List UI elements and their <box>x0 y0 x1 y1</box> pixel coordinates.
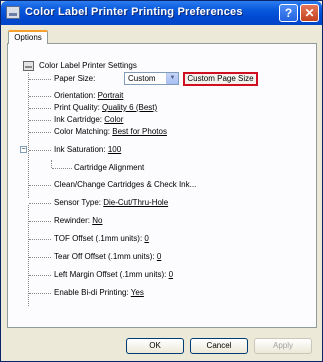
ink-cartridge-value[interactable]: Color <box>104 115 123 124</box>
tree-item-tof-offset[interactable]: TOF Offset (.1mm units): 0 <box>54 233 149 245</box>
print-quality-label: Print Quality: <box>54 103 100 112</box>
rewinder-label: Rewinder: <box>54 216 91 225</box>
tree-branch <box>29 132 51 133</box>
paper-size-label: Paper Size: <box>54 74 96 83</box>
tree-item-sensor-type[interactable]: Sensor Type: Die-Cut/Thru-Hole <box>54 197 168 209</box>
left-margin-offset-value[interactable]: 0 <box>169 270 173 279</box>
tree-item-orientation[interactable]: Orientation: Portrait <box>54 90 123 102</box>
tree-item-clean-change[interactable]: Clean/Change Cartridges & Check Ink... <box>54 179 196 191</box>
tree-branch <box>29 120 51 121</box>
ink-saturation-value[interactable]: 100 <box>108 145 121 154</box>
color-matching-value[interactable]: Best for Photos <box>112 127 167 136</box>
printer-icon <box>6 6 20 19</box>
tree-connector-main <box>28 73 29 198</box>
tree-branch <box>29 203 51 204</box>
cartridge-alignment-label: Cartridge Alignment <box>74 163 145 172</box>
options-panel: Color Label Printer Settings Paper Size:… <box>7 43 317 328</box>
print-quality-value[interactable]: Quality 6 (Best) <box>102 103 157 112</box>
tof-offset-value[interactable]: 0 <box>144 234 148 243</box>
tear-off-offset-value[interactable]: 0 <box>157 252 161 261</box>
sensor-type-label: Sensor Type: <box>54 198 101 207</box>
collapse-icon[interactable]: − <box>20 146 27 153</box>
clean-change-label: Clean/Change Cartridges & Check Ink... <box>54 180 197 189</box>
sensor-type-value[interactable]: Die-Cut/Thru-Hole <box>103 198 168 207</box>
tree-branch <box>29 108 51 109</box>
title-bar[interactable]: Color Label Printer Printing Preferences… <box>1 1 322 25</box>
tree-branch <box>29 257 51 258</box>
ink-cartridge-label: Ink Cartridge: <box>54 115 103 124</box>
tree-branch <box>29 185 51 186</box>
tab-options[interactable]: Options <box>8 30 48 44</box>
apply-button[interactable]: Apply <box>254 338 312 354</box>
printer-settings-icon <box>23 61 34 71</box>
tree-item-cartridge-alignment[interactable]: Cartridge Alignment <box>74 162 144 174</box>
tree-root-label: Color Label Printer Settings <box>39 61 137 70</box>
window-title: Color Label Printer Printing Preferences <box>25 6 243 18</box>
rewinder-value[interactable]: No <box>92 216 102 225</box>
left-margin-offset-label: Left Margin Offset (.1mm units): <box>54 270 167 279</box>
orientation-value[interactable]: Portrait <box>98 91 124 100</box>
paper-size-select[interactable]: Custom ▼ <box>124 72 179 85</box>
bidi-printing-value[interactable]: Yes <box>131 288 144 297</box>
tree-item-rewinder[interactable]: Rewinder: No <box>54 215 102 227</box>
custom-page-size-button[interactable]: Custom Page Size <box>183 72 258 86</box>
tree-branch <box>29 221 51 222</box>
close-button[interactable]: ✕ <box>300 4 319 22</box>
bidi-printing-label: Enable Bi-di Printing: <box>54 288 129 297</box>
tree-branch <box>52 168 72 169</box>
chevron-down-icon[interactable]: ▼ <box>166 73 178 84</box>
tree-connector-ink <box>51 160 52 168</box>
color-matching-label: Color Matching: <box>54 127 111 136</box>
ink-saturation-label: Ink Saturation: <box>54 145 106 154</box>
help-button[interactable]: ? <box>279 4 298 22</box>
tree-item-paper-size: Paper Size: Custom ▼ Custom Page Size <box>54 72 314 86</box>
cancel-button[interactable]: Cancel <box>190 338 248 354</box>
tree-item-bidi-printing[interactable]: Enable Bi-di Printing: Yes <box>54 287 144 299</box>
settings-tree: Color Label Printer Settings Paper Size:… <box>8 44 316 327</box>
printing-preferences-window: Color Label Printer Printing Preferences… <box>0 0 323 362</box>
tree-branch <box>29 239 51 240</box>
tree-branch <box>29 150 51 151</box>
tree-branch <box>29 79 51 80</box>
tear-off-offset-label: Tear Off Offset (.1mm units): <box>54 252 155 261</box>
tree-item-ink-saturation[interactable]: Ink Saturation: 100 <box>54 144 121 156</box>
orientation-label: Orientation: <box>54 91 96 100</box>
tree-item-color-matching[interactable]: Color Matching: Best for Photos <box>54 126 167 138</box>
tree-branch <box>29 96 51 97</box>
tree-item-left-margin-offset[interactable]: Left Margin Offset (.1mm units): 0 <box>54 269 173 281</box>
tree-branch <box>29 293 51 294</box>
tree-branch <box>29 275 51 276</box>
tree-item-print-quality[interactable]: Print Quality: Quality 6 (Best) <box>54 102 157 114</box>
tree-item-tear-off-offset[interactable]: Tear Off Offset (.1mm units): 0 <box>54 251 161 263</box>
paper-size-value: Custom <box>128 74 156 83</box>
tree-item-ink-cartridge[interactable]: Ink Cartridge: Color <box>54 114 123 126</box>
tof-offset-label: TOF Offset (.1mm units): <box>54 234 143 243</box>
ok-button[interactable]: OK <box>126 338 184 354</box>
